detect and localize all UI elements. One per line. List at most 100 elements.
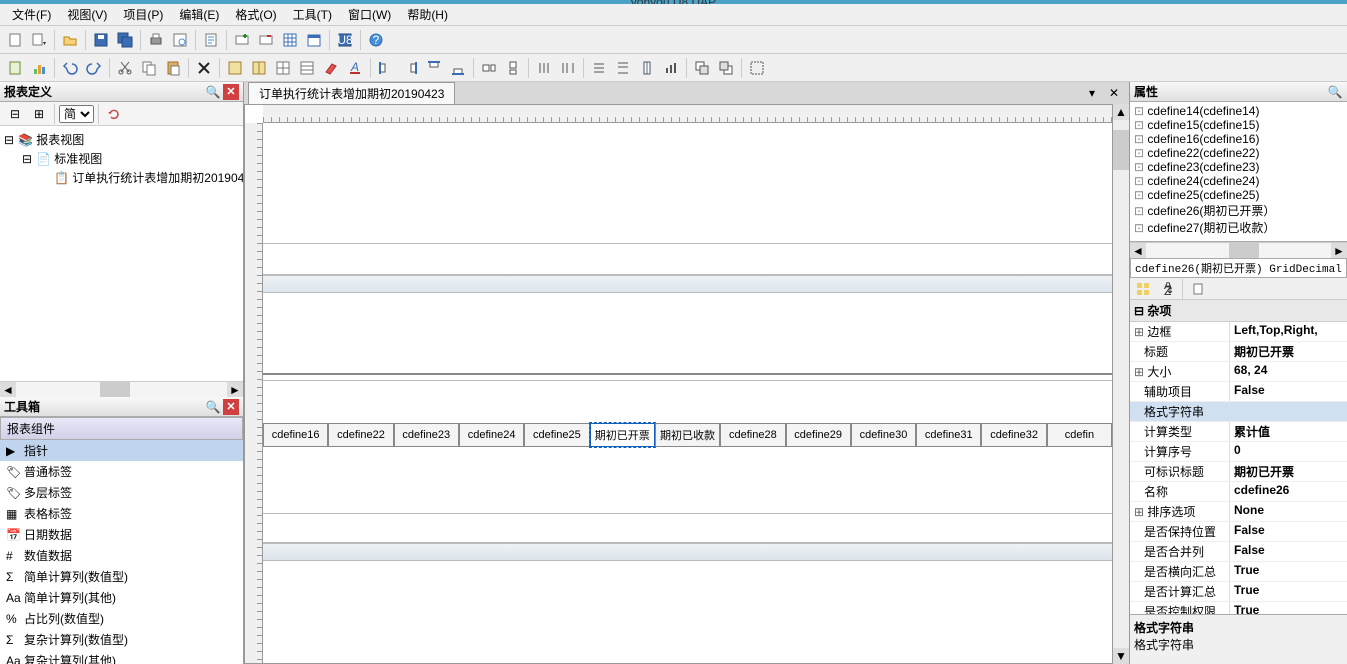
grid4-icon[interactable]	[296, 57, 318, 79]
property-row[interactable]: 是否计算汇总True	[1130, 582, 1347, 602]
del-row-icon[interactable]	[255, 29, 277, 51]
toolbox-category[interactable]: 报表组件	[0, 417, 243, 440]
property-row[interactable]: 边框Left,Top,Right,	[1130, 322, 1347, 342]
cut-icon[interactable]	[114, 57, 136, 79]
column-cell[interactable]: cdefine31	[916, 423, 981, 447]
field-item[interactable]: cdefine16(cdefine16)	[1132, 132, 1345, 146]
menu-edit[interactable]: 编辑(E)	[171, 4, 227, 25]
toolbox-item[interactable]: Σ简单计算列(数值型)	[0, 566, 243, 587]
field-item[interactable]: cdefine25(cdefine25)	[1132, 188, 1345, 202]
tree-scroll[interactable]: ◄ ►	[0, 381, 243, 397]
property-row[interactable]: 可标识标题期初已开票	[1130, 462, 1347, 482]
vspace-icon[interactable]	[588, 57, 610, 79]
search-icon[interactable]: 🔍	[205, 84, 221, 100]
toolbox-item[interactable]: #数值数据	[0, 545, 243, 566]
align-right-icon[interactable]	[399, 57, 421, 79]
align-bottom-icon[interactable]	[447, 57, 469, 79]
field-item[interactable]: cdefine23(cdefine23)	[1132, 160, 1345, 174]
column-cell[interactable]: cdefine16	[263, 423, 328, 447]
field-item[interactable]: cdefine26(期初已开票）	[1132, 202, 1345, 219]
column-cell[interactable]: cdefine30	[851, 423, 916, 447]
report-tree[interactable]: ⊟📚 报表视图 ⊟📄 标准视图 📋 订单执行统计表增加期初20190423	[0, 126, 243, 381]
field-list[interactable]: cdefine14(cdefine14)cdefine15(cdefine15)…	[1130, 102, 1347, 242]
select-all-icon[interactable]	[746, 57, 768, 79]
align-left-icon[interactable]	[375, 57, 397, 79]
column-cell[interactable]: cdefine25	[524, 423, 589, 447]
menu-view[interactable]: 视图(V)	[59, 4, 115, 25]
property-row[interactable]: 排序选项None	[1130, 502, 1347, 522]
folder-open-icon[interactable]	[59, 29, 81, 51]
field-scroll[interactable]: ◄ ►	[1130, 242, 1347, 258]
add-row-icon[interactable]	[231, 29, 253, 51]
back-icon[interactable]	[715, 57, 737, 79]
sort-cat-icon[interactable]	[1132, 278, 1154, 300]
front-icon[interactable]	[691, 57, 713, 79]
scroll-left-icon[interactable]: ◄	[0, 382, 16, 397]
property-row[interactable]: 是否控制权限True	[1130, 602, 1347, 614]
column-cell[interactable]: cdefine28	[720, 423, 785, 447]
table-icon[interactable]	[279, 29, 301, 51]
lang-dropdown[interactable]: 简	[59, 105, 94, 123]
tab-report[interactable]: 订单执行统计表增加期初20190423	[248, 82, 455, 104]
menu-file[interactable]: 文件(F)	[4, 4, 59, 25]
property-selector[interactable]: cdefine26(期初已开票) GridDecimal	[1130, 258, 1347, 278]
field-item[interactable]: cdefine27(期初已收款）	[1132, 219, 1345, 236]
menu-format[interactable]: 格式(O)	[227, 4, 284, 25]
property-row[interactable]: 计算类型累计值	[1130, 422, 1347, 442]
property-row[interactable]: 名称cdefine26	[1130, 482, 1347, 502]
expand-icon[interactable]: ⊞	[28, 103, 50, 125]
hspace2-icon[interactable]	[557, 57, 579, 79]
scroll-left-icon[interactable]: ◄	[1130, 243, 1146, 258]
band-header-shade[interactable]	[263, 275, 1112, 293]
center-h-icon[interactable]	[636, 57, 658, 79]
band-footer-shade[interactable]	[263, 543, 1112, 561]
run-icon[interactable]: U8	[334, 29, 356, 51]
save-all-icon[interactable]	[114, 29, 136, 51]
font-color-icon[interactable]: A	[344, 57, 366, 79]
field-item[interactable]: cdefine14(cdefine14)	[1132, 104, 1345, 118]
scroll-right-icon[interactable]: ►	[1331, 243, 1347, 258]
paste-icon[interactable]	[162, 57, 184, 79]
collapse-icon[interactable]: ⊟	[4, 103, 26, 125]
column-cell[interactable]: cdefine32	[981, 423, 1046, 447]
property-grid[interactable]: ⊟ 杂项 边框Left,Top,Right,标题期初已开票大小68, 24辅助项…	[1130, 300, 1347, 614]
column-cell[interactable]: cdefine23	[394, 423, 459, 447]
design-surface[interactable]: cdefine16cdefine22cdefine23cdefine24cdef…	[244, 104, 1113, 664]
property-row[interactable]: 计算序号0	[1130, 442, 1347, 462]
canvas-vscroll[interactable]: ▲ ▼	[1113, 104, 1129, 664]
property-category[interactable]: ⊟ 杂项	[1130, 300, 1347, 322]
tree-child-report[interactable]: 📋 订单执行统计表增加期初20190423	[4, 168, 239, 187]
field-item[interactable]: cdefine24(cdefine24)	[1132, 174, 1345, 188]
tree-child-standard[interactable]: ⊟📄 标准视图	[4, 149, 239, 168]
menu-project[interactable]: 项目(P)	[115, 4, 171, 25]
hspace-icon[interactable]	[533, 57, 555, 79]
copy-icon[interactable]	[138, 57, 160, 79]
toolbox-item[interactable]: 🏷普通标签	[0, 461, 243, 482]
size-height-icon[interactable]	[502, 57, 524, 79]
scroll-up-icon[interactable]: ▲	[1113, 104, 1129, 120]
grid1-icon[interactable]	[224, 57, 246, 79]
scroll-down-icon[interactable]: ▼	[1113, 648, 1129, 664]
print-icon[interactable]	[145, 29, 167, 51]
tab-dropdown-icon[interactable]: ▾	[1081, 82, 1103, 104]
calendar-icon[interactable]	[303, 29, 325, 51]
toolbox-item[interactable]: Aa复杂计算列(其他)	[0, 650, 243, 664]
toolbox-item[interactable]: 📅日期数据	[0, 524, 243, 545]
vspace2-icon[interactable]	[612, 57, 634, 79]
align-top-icon[interactable]	[423, 57, 445, 79]
menu-tools[interactable]: 工具(T)	[285, 4, 340, 25]
toolbox-item[interactable]: ▶指针	[0, 440, 243, 461]
property-row[interactable]: 辅助项目False	[1130, 382, 1347, 402]
search-icon[interactable]: 🔍	[205, 399, 221, 415]
toolbox-item[interactable]: Aa简单计算列(其他)	[0, 587, 243, 608]
undo-icon[interactable]	[59, 57, 81, 79]
menu-help[interactable]: 帮助(H)	[399, 4, 456, 25]
property-row[interactable]: 是否保持位置False	[1130, 522, 1347, 542]
refresh-icon[interactable]	[103, 103, 125, 125]
prop-page-icon[interactable]	[1187, 278, 1209, 300]
column-cell[interactable]: cdefine22	[328, 423, 393, 447]
close-icon[interactable]: ✕	[223, 399, 239, 415]
grid2-icon[interactable]	[248, 57, 270, 79]
close-icon[interactable]: ✕	[223, 84, 239, 100]
property-row[interactable]: 是否横向汇总True	[1130, 562, 1347, 582]
